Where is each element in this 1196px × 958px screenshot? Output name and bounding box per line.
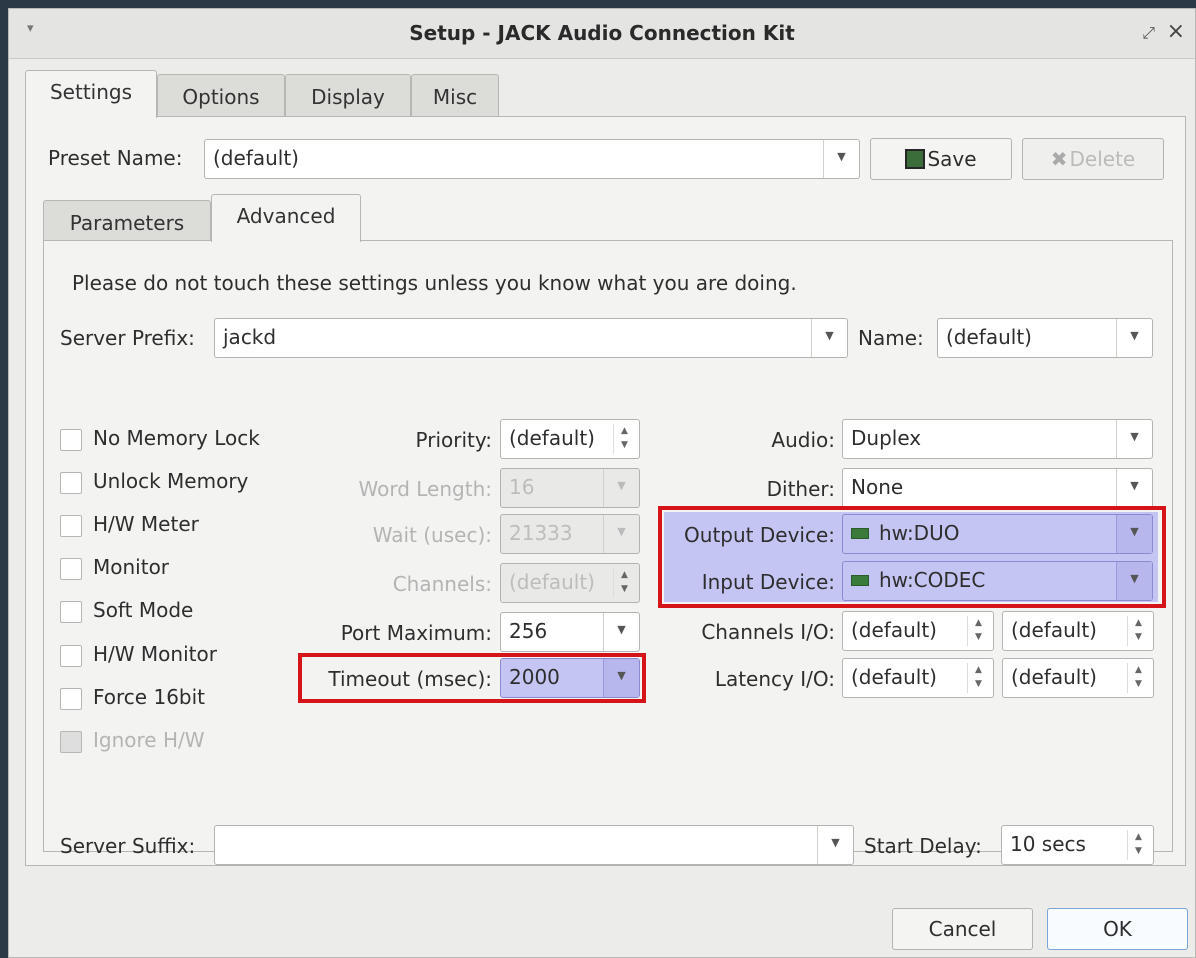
dither-label: Dither:: [766, 477, 835, 501]
monitor-checkbox[interactable]: [60, 558, 82, 580]
spin-arrows-icon[interactable]: ▲ ▼: [967, 616, 989, 646]
soft-mode-checkbox[interactable]: [60, 601, 82, 623]
tab-misc[interactable]: Misc: [411, 74, 499, 118]
save-button[interactable]: Save: [870, 138, 1012, 180]
tab-parameters[interactable]: Parameters: [43, 200, 211, 244]
server-suffix-combo[interactable]: ▼: [214, 825, 854, 865]
latency-io-label: Latency I/O:: [714, 667, 835, 691]
unlock-memory-checkbox[interactable]: [60, 472, 82, 494]
hw-meter-checkbox[interactable]: [60, 515, 82, 537]
latency-in-spinbox[interactable]: (default) ▲ ▼: [842, 658, 994, 698]
floppy-disk-icon: [905, 149, 926, 169]
ok-button[interactable]: OK: [1047, 908, 1188, 950]
timeout-annotation-box: [298, 653, 646, 703]
ignore-hw-label: Ignore H/W: [93, 728, 205, 752]
chevron-down-icon: ▼: [603, 515, 639, 553]
chevron-down-icon[interactable]: ▼: [1116, 420, 1152, 458]
chevron-down-icon[interactable]: ▼: [1116, 319, 1152, 357]
wait-combo[interactable]: 21333 ▼: [500, 514, 640, 554]
no-memory-lock-label: No Memory Lock: [93, 426, 260, 450]
server-suffix-label: Server Suffix:: [60, 834, 196, 858]
chevron-down-icon[interactable]: ▼: [811, 319, 847, 357]
unlock-memory-label: Unlock Memory: [93, 469, 249, 493]
chevron-down-icon[interactable]: ▼: [603, 613, 639, 651]
server-prefix-label: Server Prefix:: [60, 326, 195, 350]
hw-monitor-label: H/W Monitor: [93, 642, 217, 666]
priority-spinbox[interactable]: (default) ▲ ▼: [500, 419, 640, 459]
spin-arrows-icon[interactable]: ▲ ▼: [967, 663, 989, 693]
spin-arrows-icon[interactable]: ▲ ▼: [1127, 830, 1149, 860]
spin-arrows-icon[interactable]: ▲ ▼: [1127, 663, 1149, 693]
chevron-down-icon[interactable]: ▼: [1116, 469, 1152, 507]
channels-spinbox[interactable]: (default) ▲ ▼: [500, 563, 640, 603]
close-icon[interactable]: ×: [1167, 19, 1185, 44]
hw-meter-label: H/W Meter: [93, 512, 199, 536]
name-combo[interactable]: (default) ▼: [937, 318, 1153, 358]
channels-out-spinbox[interactable]: (default) ▲ ▼: [1002, 611, 1154, 651]
monitor-label: Monitor: [93, 555, 170, 579]
server-prefix-combo[interactable]: jackd ▼: [214, 318, 848, 358]
audio-label: Audio:: [771, 428, 835, 452]
spin-arrows-icon: ▲ ▼: [613, 568, 635, 598]
start-delay-label: Start Delay:: [864, 834, 982, 858]
name-label: Name:: [858, 326, 924, 350]
restore-icon[interactable]: ⤢: [1142, 23, 1155, 43]
preset-name-combo[interactable]: (default) ▼: [204, 139, 860, 179]
word-length-combo[interactable]: 16 ▼: [500, 468, 640, 508]
preset-name-label: Preset Name:: [48, 146, 183, 170]
audio-combo[interactable]: Duplex ▼: [842, 419, 1153, 459]
chevron-down-icon[interactable]: ▼: [817, 826, 853, 864]
port-maximum-label: Port Maximum:: [340, 621, 492, 645]
window-title: Setup - JACK Audio Connection Kit: [409, 21, 795, 45]
tab-advanced[interactable]: Advanced: [211, 194, 361, 242]
soft-mode-label: Soft Mode: [93, 598, 194, 622]
force-16bit-checkbox[interactable]: [60, 688, 82, 710]
chevron-down-icon: ▼: [603, 469, 639, 507]
hw-monitor-checkbox[interactable]: [60, 645, 82, 667]
tab-display[interactable]: Display: [285, 74, 411, 118]
channels-label: Channels:: [392, 572, 492, 596]
start-delay-spinbox[interactable]: 10 secs ▲ ▼: [1001, 825, 1154, 865]
channels-io-label: Channels I/O:: [701, 620, 835, 644]
delete-icon: ✖: [1050, 147, 1068, 171]
port-maximum-combo[interactable]: 256 ▼: [500, 612, 640, 652]
channels-in-spinbox[interactable]: (default) ▲ ▼: [842, 611, 994, 651]
spin-arrows-icon[interactable]: ▲ ▼: [613, 424, 635, 454]
spin-arrows-icon[interactable]: ▲ ▼: [1127, 616, 1149, 646]
tab-options[interactable]: Options: [157, 74, 285, 118]
tab-settings[interactable]: Settings: [25, 70, 157, 118]
cancel-button[interactable]: Cancel: [892, 908, 1033, 950]
chevron-down-icon[interactable]: ▼: [823, 140, 859, 178]
device-annotation-box: [658, 506, 1166, 608]
delete-button[interactable]: ✖ Delete: [1022, 138, 1164, 180]
latency-out-spinbox[interactable]: (default) ▲ ▼: [1002, 658, 1154, 698]
word-length-label: Word Length:: [358, 477, 493, 501]
force-16bit-label: Force 16bit: [93, 685, 206, 709]
title-bar: ▾ Setup - JACK Audio Connection Kit ⤢ ×: [9, 9, 1195, 59]
priority-label: Priority:: [415, 428, 492, 452]
warning-text: Please do not touch these settings unles…: [72, 271, 797, 295]
ignore-hw-checkbox[interactable]: [60, 731, 82, 753]
wait-label: Wait (usec):: [372, 523, 492, 547]
no-memory-lock-checkbox[interactable]: [60, 429, 82, 451]
dither-combo[interactable]: None ▼: [842, 468, 1153, 508]
